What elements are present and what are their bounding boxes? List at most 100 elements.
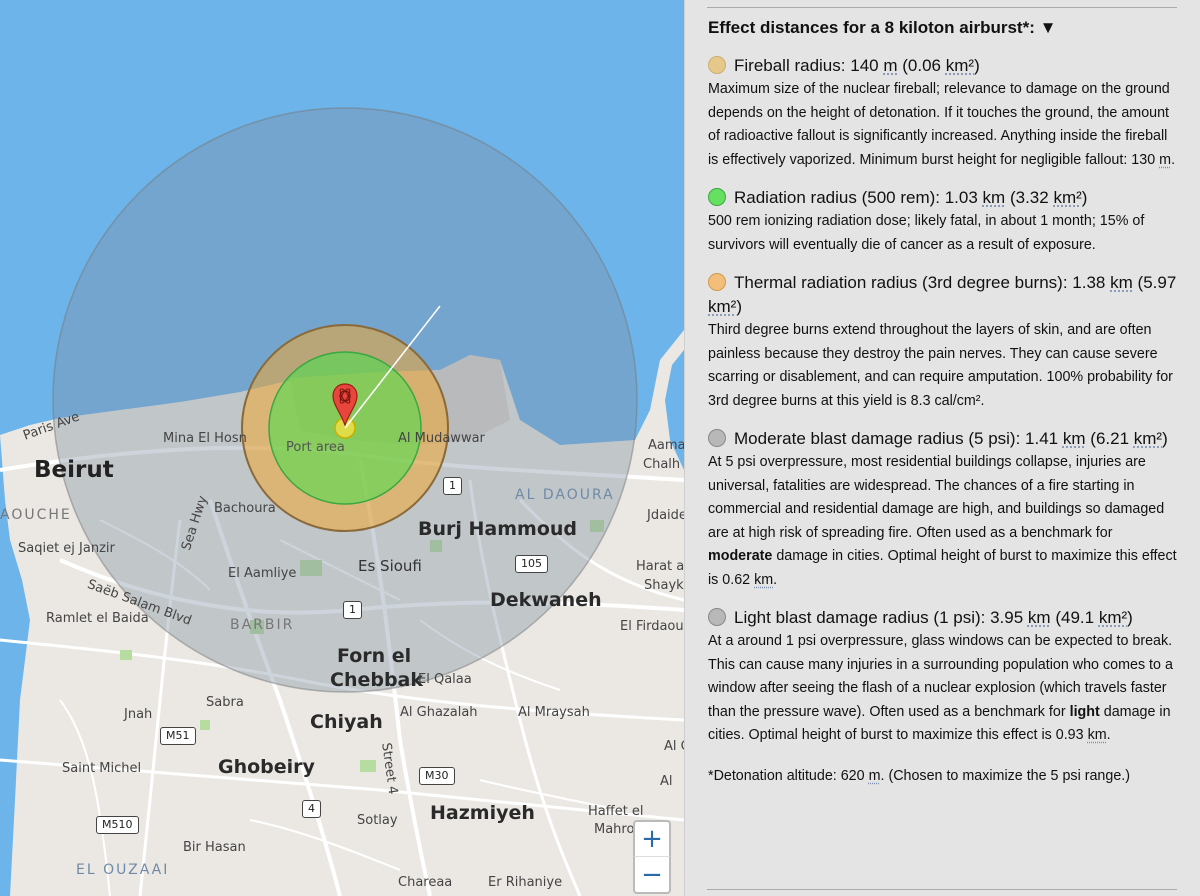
effect-area-suffix: ) [1162, 429, 1168, 448]
map-label-saqiet: Saqiet ej Janzir [18, 541, 115, 556]
area-unit-toggle[interactable]: km² [946, 56, 974, 75]
map-label-shayk: Shayk [644, 578, 684, 593]
map-label-chiyah: Chiyah [310, 711, 383, 733]
toggle-arrow-icon[interactable]: ▼ [1040, 18, 1057, 37]
footnote-text-cont: . (Chosen to maximize the 5 psi range.) [880, 767, 1131, 784]
unit-toggle[interactable]: km [1063, 429, 1086, 448]
unit-toggle[interactable]: m [869, 768, 881, 784]
map-label-bir-hasan: Bir Hasan [183, 840, 246, 855]
effect-emphasis: light [1069, 703, 1100, 720]
map-label-beirut: Beirut [34, 457, 114, 483]
map-label-burj-hammoud: Burj Hammoud [418, 518, 578, 540]
zoom-in-button[interactable]: + [633, 820, 671, 858]
map-label-al: Al [660, 774, 673, 789]
map-label-sotlay: Sotlay [357, 813, 398, 828]
map-label-jnah: Jnah [124, 707, 153, 722]
map-label-aama: Aama [648, 438, 684, 453]
effects-header-text: Effect distances for a 8 kiloton airburs… [708, 18, 1035, 37]
map-label-al-ghazalah: Al Ghazalah [400, 705, 478, 720]
map-label-sabra: Sabra [206, 695, 244, 710]
unit-toggle[interactable]: km [1088, 727, 1107, 743]
zoom-out-button[interactable]: − [633, 856, 671, 894]
effect-light-blast: Light blast damage radius (1 psi): 3.95 … [708, 606, 1178, 748]
map-label-dekwaneh: Dekwaneh [490, 589, 602, 611]
area-unit-toggle[interactable]: km² [1099, 608, 1127, 627]
effect-description: 500 rem ionizing radiation dose; likely … [708, 213, 1145, 253]
map-label-al-daoura: AL DAOURA [515, 487, 615, 503]
map-label-forn-el: Forn el [337, 645, 412, 667]
unit-toggle[interactable]: km [1028, 608, 1051, 627]
unit-toggle[interactable]: m [883, 56, 897, 75]
unit-toggle[interactable]: km [754, 572, 773, 588]
footnote-text: *Detonation altitude: 620 [708, 767, 865, 784]
effect-thermal: Thermal radiation radius (3rd degree bur… [708, 271, 1178, 413]
effects-header[interactable]: Effect distances for a 8 kiloton airburs… [708, 18, 1178, 38]
effect-area-suffix: ) [736, 297, 742, 316]
map-label-jdaide: Jdaide [647, 508, 684, 523]
map-label-chareaa: Chareaa [398, 875, 453, 890]
map-label-el-firdaou: El Firdaou [620, 619, 684, 634]
effect-moderate-blast: Moderate blast damage radius (5 psi): 1.… [708, 427, 1178, 592]
effect-area: (3.32 [1009, 188, 1049, 207]
effect-title: Fireball radius: [734, 56, 846, 75]
area-unit-toggle[interactable]: km² [708, 297, 736, 316]
map-label-harat: Harat a [636, 559, 684, 574]
map-label-haffet-el: Haffet el [588, 804, 644, 819]
divider [707, 7, 1177, 8]
map-label-barbir: BARBIR [230, 617, 295, 633]
desc-punct: . [1106, 727, 1111, 743]
effect-value: 3.95 [990, 608, 1024, 627]
moderate-blast-swatch-icon [708, 429, 726, 447]
effect-area: (49.1 [1055, 608, 1095, 627]
effect-description: Third degree burns extend throughout the… [708, 322, 1173, 409]
road-shield-1: 1 [443, 477, 462, 495]
area-unit-toggle[interactable]: km² [1053, 188, 1081, 207]
effect-title: Light blast damage radius (1 psi): [734, 608, 986, 627]
effect-title: Thermal radiation radius (3rd degree bur… [734, 273, 1068, 292]
map-label-port-area: Port area [286, 440, 345, 455]
thermal-swatch-icon [708, 273, 726, 291]
effect-value: 140 [850, 56, 879, 75]
effect-description-cont: damage in cities. Optimal height of burs… [708, 548, 1177, 588]
effect-title: Moderate blast damage radius (5 psi): [734, 429, 1021, 448]
unit-toggle[interactable]: m [1159, 152, 1171, 168]
effect-area: (5.97 [1137, 273, 1177, 292]
map-label-aouche: AOUCHE [0, 507, 72, 523]
effects-panel: Effect distances for a 8 kiloton airburs… [684, 0, 1200, 896]
map-label-el-aamliye: El Aamliye [228, 566, 297, 581]
road-shield-4: 4 [302, 800, 321, 818]
light-blast-swatch-icon [708, 608, 726, 626]
unit-toggle[interactable]: km [983, 188, 1006, 207]
map-label-saint-michel: Saint Michel [62, 761, 142, 776]
effect-value: 1.03 [944, 188, 978, 207]
map-label-al-c: Al C [664, 739, 684, 754]
effect-area-suffix: ) [1081, 188, 1088, 207]
effect-emphasis: moderate [708, 548, 773, 564]
road-shield-m30: M30 [419, 767, 455, 785]
unit-toggle[interactable]: km [1110, 273, 1133, 292]
effect-area-suffix: ) [974, 56, 980, 75]
effect-value: 1.38 [1072, 273, 1106, 292]
map-label-el-qalaa: El Qalaa [418, 672, 472, 687]
map-label-al-mraysah: Al Mraysah [518, 705, 590, 720]
radiation-swatch-icon [708, 188, 726, 206]
area-unit-toggle[interactable]: km² [1134, 429, 1162, 448]
effect-area: (6.21 [1090, 429, 1130, 448]
sea-sw [0, 435, 30, 896]
effect-area: (0.06 [902, 56, 941, 75]
map-label-el-ouzaai: EL OUZAAI [76, 862, 170, 878]
effect-description: At 5 psi overpressure, most residential … [708, 454, 1165, 541]
map-label-ramlet: Ramlet el Baida [46, 611, 149, 626]
map-view[interactable]: Beirut Paris Ave Mina El Hosn Port area … [0, 0, 684, 896]
map-label-chebbak: Chebbak [330, 669, 424, 691]
desc-punct: . [773, 571, 778, 588]
map-label-chalh: Chalh [643, 457, 681, 472]
map-label-ghobeiry: Ghobeiry [218, 756, 315, 778]
effect-value: 1.41 [1025, 429, 1059, 448]
divider [707, 889, 1177, 890]
road-shield-1: 1 [343, 601, 362, 619]
detonation-footnote: *Detonation altitude: 620 m. (Chosen to … [708, 768, 1178, 784]
effect-fireball: Fireball radius: 140 m (0.06 km²) Maximu… [708, 54, 1178, 172]
map-label-mina-el-hosn: Mina El Hosn [163, 431, 247, 446]
effect-title: Radiation radius (500 rem): [734, 188, 940, 207]
